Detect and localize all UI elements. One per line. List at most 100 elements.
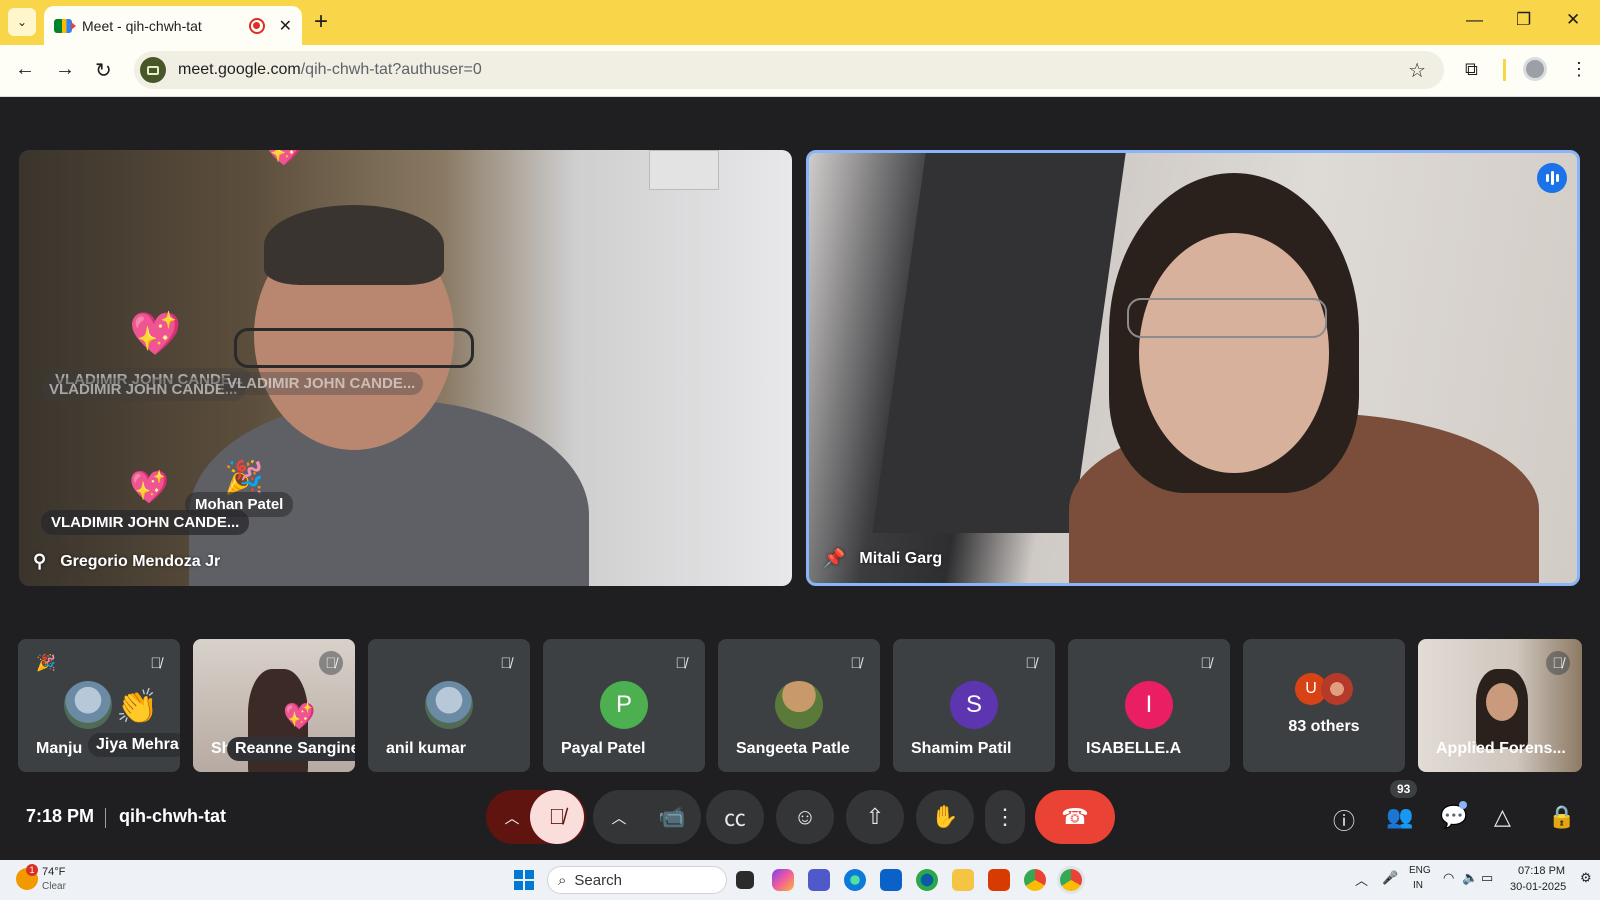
file-explorer-icon[interactable] — [952, 869, 974, 891]
end-call-icon[interactable]: ☎ — [1035, 790, 1115, 844]
avatar — [425, 681, 473, 729]
extensions-icon[interactable]: ⧉ — [1465, 59, 1478, 80]
tab-title: Meet - qih-chwh-tat — [82, 17, 202, 34]
filmstrip-tile[interactable]: 🎉 🎙̸ 👏 Manju Jiya Mehra — [18, 639, 180, 772]
mic-off-icon: 🎙̸ — [150, 654, 162, 672]
party-reaction-icon: 🎉 — [224, 459, 264, 495]
present-icon[interactable]: ⇧ — [846, 790, 904, 844]
video-switch — [649, 150, 719, 190]
reaction-name-ghost: VLADIMIR JOHN CANDE... — [41, 378, 246, 401]
url-text: meet.google.com/qih-chwh-tat?authuser=0 — [178, 61, 482, 79]
filmstrip-tile-others[interactable]: U 83 others — [1243, 639, 1405, 772]
video-glasses — [1127, 298, 1327, 338]
mic-off-icon[interactable]: 🎙̸ — [530, 790, 584, 844]
bookmark-star-icon[interactable]: ☆ — [1408, 58, 1426, 83]
video-options-chevron-icon[interactable]: ︿ — [599, 790, 639, 844]
teams-icon[interactable] — [808, 869, 830, 891]
mic-off-icon: 🎙̸ — [675, 654, 687, 672]
copilot-icon[interactable] — [772, 869, 794, 891]
menu-icon[interactable]: ⋮ — [1570, 59, 1588, 80]
pin-icon[interactable]: 📌 — [823, 548, 845, 569]
participant-name: ⚲ Gregorio Mendoza Jr — [33, 551, 220, 572]
clock-date[interactable]: 30-01-2025 — [1510, 881, 1566, 893]
activities-icon[interactable]: △ — [1494, 804, 1511, 830]
tray-overflow-icon[interactable]: ︿ — [1355, 870, 1368, 889]
participant-name-text: Mitali Garg — [859, 549, 943, 567]
heart-reaction-icon: 💖 — [129, 310, 182, 357]
search-placeholder: Search — [574, 871, 622, 889]
participant-name: 📌 Mitali Garg — [823, 548, 942, 569]
avatar — [1321, 673, 1353, 705]
emoji-icon[interactable]: ☺ — [776, 790, 834, 844]
mic-off-icon: 🎙̸ — [1025, 654, 1037, 672]
new-tab-icon[interactable]: + — [314, 9, 328, 35]
people-icon[interactable]: 👥 — [1386, 804, 1413, 830]
wifi-icon[interactable]: ◠ — [1443, 870, 1454, 886]
clock-time[interactable]: 07:18 PM — [1518, 865, 1565, 877]
windows-start-icon[interactable] — [514, 870, 534, 890]
edge-icon[interactable] — [844, 869, 866, 891]
avatar: S — [950, 681, 998, 729]
browser-tab-meet[interactable]: Meet - qih-chwh-tat ✕ — [44, 6, 302, 45]
language-region: IN — [1413, 880, 1423, 891]
site-info-icon[interactable] — [140, 57, 166, 83]
filmstrip-tile[interactable]: 🎙̸ S Shamim Patil — [893, 639, 1055, 772]
avatar: I — [1125, 681, 1173, 729]
reaction-sender-label: VLADIMIR JOHN CANDE... — [41, 510, 250, 535]
filmstrip-tile[interactable]: 🎙̸ 💖 Sh Reanne Sangines — [193, 639, 355, 772]
mic-off-icon: 🎙̸ — [1200, 654, 1212, 672]
edge-dev-icon[interactable] — [916, 869, 938, 891]
restore-icon[interactable]: ❐ — [1516, 10, 1531, 30]
close-tab-icon[interactable]: ✕ — [279, 16, 292, 36]
filmstrip-tile[interactable]: 🎙̸ I ISABELLE.A — [1068, 639, 1230, 772]
heart-reaction-icon: 💖 — [129, 469, 169, 505]
participant-name: 83 others — [1288, 718, 1360, 735]
mic-off-icon: 🎙̸ — [319, 651, 343, 675]
office-icon[interactable] — [988, 869, 1010, 891]
microphone-icon[interactable]: 🎤 — [1382, 870, 1398, 886]
language-indicator[interactable]: ENG — [1409, 865, 1431, 876]
minimize-icon[interactable]: — — [1466, 10, 1483, 30]
browser-toolbar: ← → ↻ meet.google.com/qih-chwh-tat?authu… — [0, 45, 1600, 97]
mic-off-icon: 🎙̸ — [850, 654, 862, 672]
chrome-active-icon[interactable] — [1060, 869, 1082, 891]
participant-name: Sangeeta Patle — [736, 740, 850, 757]
weather-alert-badge: 1 — [26, 864, 38, 876]
video-person-head — [1486, 683, 1518, 721]
participant-name: anil kumar — [386, 740, 467, 757]
video-tile-mitali[interactable]: 📌 Mitali Garg — [806, 150, 1580, 586]
browser-tab-strip: ⌄ Meet - qih-chwh-tat ✕ + — ❐ ✕ — [0, 0, 1600, 45]
profile-icon[interactable] — [1523, 57, 1547, 81]
tab-search-icon[interactable]: ⌄ — [8, 8, 36, 36]
video-person-hair — [264, 205, 444, 285]
volume-icon[interactable]: 🔈 — [1462, 870, 1478, 886]
chrome-icon[interactable] — [1024, 869, 1046, 891]
filmstrip-tile[interactable]: 🎙̸ Applied Forens... — [1418, 639, 1582, 772]
filmstrip-tile[interactable]: 🎙̸ P Payal Patel — [543, 639, 705, 772]
back-icon[interactable]: ← — [15, 58, 35, 81]
video-tile-gregorio[interactable]: 💖 💖 💖 🎉 VLADIMIR JOHN CANDE... VLADIMIR … — [19, 150, 792, 586]
notification-icon[interactable]: ⚙ — [1580, 870, 1592, 886]
reload-icon[interactable]: ↻ — [95, 58, 112, 83]
filmstrip-tile[interactable]: 🎙̸ anil kumar — [368, 639, 530, 772]
avatar — [775, 681, 823, 729]
forward-icon[interactable]: → — [55, 58, 75, 81]
raise-hand-icon[interactable]: ✋ — [916, 790, 974, 844]
info-icon[interactable]: ⓘ — [1333, 804, 1355, 836]
search-icon: ⌕ — [558, 871, 567, 889]
mail-icon[interactable] — [880, 869, 902, 891]
address-bar[interactable]: meet.google.com/qih-chwh-tat?authuser=0 … — [134, 51, 1444, 89]
task-view-icon[interactable] — [736, 871, 754, 889]
avatar: P — [600, 681, 648, 729]
more-options-icon[interactable]: ⋮ — [985, 790, 1025, 844]
audio-options-chevron-icon[interactable]: ︿ — [492, 790, 532, 844]
captions-icon[interactable]: ㏄ — [706, 790, 764, 844]
close-window-icon[interactable]: ✕ — [1566, 10, 1580, 30]
camera-icon[interactable]: 📹 — [645, 790, 699, 844]
filmstrip-tile[interactable]: 🎙̸ Sangeeta Patle — [718, 639, 880, 772]
pin-icon[interactable]: ⚲ — [33, 551, 46, 572]
taskbar-search-input[interactable]: ⌕ Search — [547, 866, 727, 894]
battery-icon[interactable]: ▭ — [1481, 870, 1493, 886]
reaction-sender-label: Jiya Mehra — [88, 733, 180, 757]
host-controls-icon[interactable]: 🔒 — [1548, 804, 1575, 830]
